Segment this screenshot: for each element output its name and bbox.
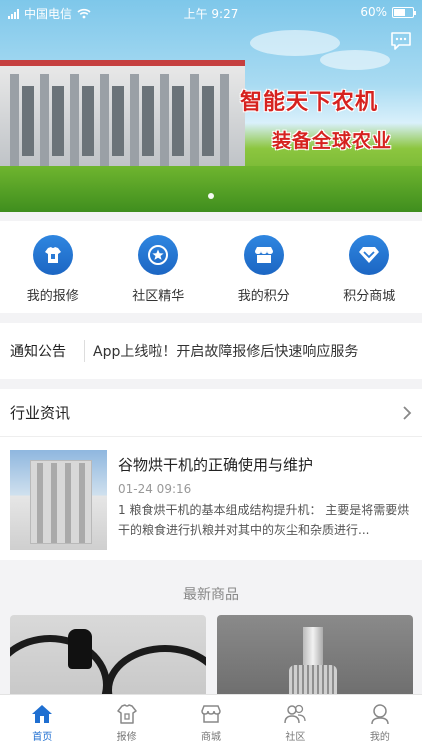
quick-item-my-repairs[interactable]: 我的报修	[0, 221, 106, 313]
product-card[interactable]	[217, 615, 413, 694]
status-time: 上午 9:27	[183, 7, 239, 21]
tab-label: 商城	[201, 732, 222, 743]
quick-item-label: 积分商城	[343, 289, 396, 304]
home-icon	[32, 705, 53, 723]
product-image	[10, 635, 110, 694]
quick-menu: 我的报修 社区精华 我的积分 积分商城	[0, 221, 422, 313]
store-icon	[243, 235, 284, 275]
product-image	[68, 629, 92, 669]
product-image	[105, 645, 206, 694]
cloud-decoration	[250, 30, 340, 56]
profile-icon	[371, 704, 389, 725]
status-bar: 中国电信 上午 9:27 60%	[0, 0, 422, 24]
quick-item-my-points[interactable]: 我的积分	[211, 221, 317, 313]
carousel-indicator	[208, 193, 214, 199]
news-thumbnail	[10, 450, 107, 550]
quick-item-points-mall[interactable]: 积分商城	[317, 221, 422, 313]
shop-icon	[201, 705, 221, 723]
carousel-dot[interactable]	[208, 193, 214, 199]
banner-slogan-line2: 装备全球农业	[272, 130, 393, 152]
community-icon	[284, 704, 307, 724]
banner-carousel[interactable]: 智能天下农机 装备全球农业 中国电信 上午 9:27 60%	[0, 0, 422, 212]
tab-label: 首页	[32, 732, 53, 743]
factory-building-image	[0, 60, 245, 168]
tab-label: 我的	[369, 732, 390, 743]
banner-slogan-line1: 智能天下农机	[240, 90, 379, 115]
repair-shirt-icon	[32, 235, 73, 275]
news-summary: 1 粮食烘干机的基本组成结构提升机： 主要是将需要烘干的粮食进行扒粮并对其中的灰…	[118, 503, 410, 537]
news-title: 谷物烘干机的正确使用与维护	[118, 456, 314, 474]
chevron-right-icon[interactable]	[402, 405, 412, 421]
notice-text[interactable]: App上线啦！开启故障报修后快速响应服务	[93, 341, 358, 361]
repair-icon	[116, 704, 137, 724]
news-header[interactable]: 行业资讯	[0, 389, 422, 437]
diamond-icon	[349, 235, 390, 275]
tab-home[interactable]: 首页	[0, 695, 84, 750]
tab-label: 报修	[116, 732, 137, 743]
latest-products-section: 最新商品	[0, 570, 422, 694]
quick-item-label: 我的报修	[26, 289, 79, 304]
grass-field	[0, 166, 422, 212]
tab-shop[interactable]: 商城	[169, 695, 253, 750]
product-image	[289, 665, 337, 694]
tab-label: 社区	[285, 732, 306, 743]
tab-repair[interactable]: 报修	[84, 695, 168, 750]
bottom-tab-bar: 首页 报修 商城 社区 我的	[0, 694, 422, 750]
industry-news-section: 行业资讯 谷物烘干机的正确使用与维护 01-24 09:16 1 粮食烘干机的基…	[0, 389, 422, 560]
quick-item-label: 社区精华	[132, 289, 185, 304]
star-badge-icon	[138, 235, 179, 275]
section-title: 行业资讯	[10, 404, 71, 422]
quick-item-community-highlights[interactable]: 社区精华	[106, 221, 212, 313]
tab-profile[interactable]: 我的	[338, 695, 422, 750]
message-icon[interactable]	[390, 31, 412, 51]
quick-item-label: 我的积分	[237, 289, 290, 304]
battery-icon	[392, 6, 416, 18]
section-title: 最新商品	[183, 587, 239, 603]
notice-bar[interactable]: 通知公告 App上线啦！开启故障报修后快速响应服务	[0, 323, 422, 379]
home-page: 智能天下农机 装备全球农业 中国电信 上午 9:27 60% 我的报修 社区精华…	[0, 0, 422, 750]
news-item[interactable]: 谷物烘干机的正确使用与维护 01-24 09:16 1 粮食烘干机的基本组成结构…	[10, 450, 414, 550]
cloud-decoration	[320, 50, 390, 70]
product-card[interactable]	[10, 615, 206, 694]
divider	[84, 340, 85, 362]
notice-title: 通知公告	[10, 344, 66, 360]
battery-percent: 60%	[360, 5, 387, 19]
tab-community[interactable]: 社区	[253, 695, 337, 750]
news-date: 01-24 09:16	[118, 482, 192, 496]
